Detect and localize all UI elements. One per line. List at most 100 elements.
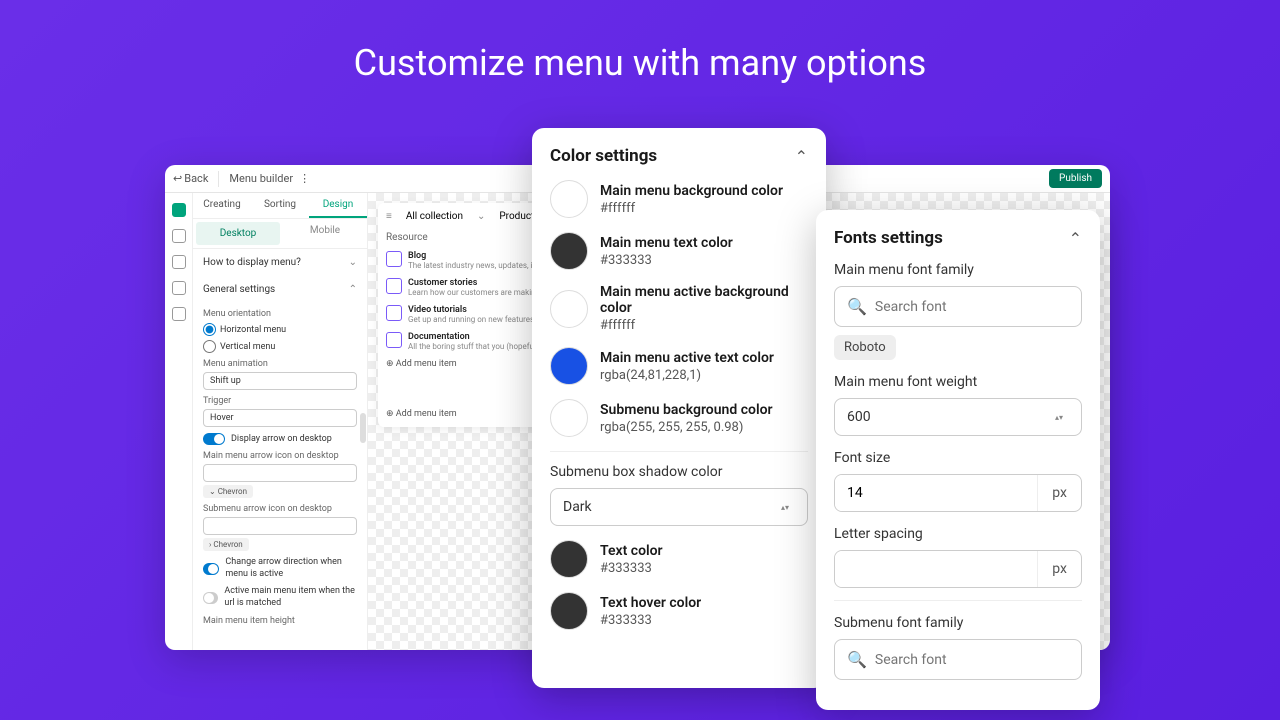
chevron-chip[interactable]: ⌄ Chevron — [203, 485, 253, 498]
color-swatch[interactable] — [550, 290, 588, 328]
resource-icon — [386, 251, 402, 267]
menu-orientation-label: Menu orientation — [203, 309, 357, 319]
trigger-select[interactable]: Hover — [203, 409, 357, 427]
left-rail — [165, 193, 193, 650]
color-label: Main menu active text color — [600, 350, 774, 366]
color-label: Text color — [600, 543, 663, 559]
select-value: Shift up — [210, 376, 241, 386]
sub-arrow-select[interactable] — [203, 517, 357, 535]
sub-family-label: Submenu font family — [834, 615, 1082, 631]
color-row[interactable]: Main menu background color#ffffff — [550, 180, 808, 218]
box-shadow-select[interactable]: Dark ▴▾ — [550, 488, 808, 526]
chip-label: Chevron — [218, 487, 247, 496]
color-row[interactable]: Main menu active text colorrgba(24,81,22… — [550, 347, 808, 385]
add-label: Add menu item — [396, 409, 457, 419]
animation-select[interactable]: Shift up — [203, 372, 357, 390]
fonts-card-title: Fonts settings — [834, 228, 943, 248]
box-shadow-label: Submenu box shadow color — [550, 464, 808, 480]
section-how-to-display[interactable]: How to display menu? ⌄ — [193, 249, 367, 276]
select-value: 600 — [847, 409, 871, 425]
collapse-icon[interactable]: ⌃ — [795, 147, 808, 166]
back-label: Back — [184, 172, 208, 185]
color-card-title: Color settings — [550, 146, 657, 166]
color-swatch[interactable] — [550, 399, 588, 437]
font-search-input[interactable] — [875, 299, 1069, 315]
drag-handle[interactable] — [360, 413, 366, 443]
publish-button[interactable]: Publish — [1049, 169, 1102, 188]
color-row[interactable]: Submenu background color rgba(255, 255, 2… — [550, 399, 808, 437]
color-settings-card: Color settings ⌃ Main menu background co… — [532, 128, 826, 688]
section-label: How to display menu? — [203, 257, 301, 268]
chevron-chip-2[interactable]: › Chevron — [203, 538, 249, 551]
more-menu[interactable]: ⋮ — [299, 172, 310, 185]
select-stepper: ▴▾ — [775, 503, 795, 512]
back-button[interactable]: ↩ Back — [173, 172, 208, 185]
toggle-change-arrow[interactable] — [203, 563, 219, 575]
toggle-label: Active main menu item when the url is ma… — [224, 586, 357, 609]
rail-icon-1[interactable] — [172, 203, 186, 217]
menu-animation-label: Menu animation — [203, 359, 357, 369]
letter-unit: px — [1037, 551, 1081, 587]
collapse-icon[interactable]: ⌃ — [1069, 229, 1082, 248]
color-swatch[interactable] — [550, 540, 588, 578]
toggle-active-match[interactable] — [203, 592, 218, 604]
radio-horizontal[interactable]: Horizontal menu — [203, 323, 357, 336]
size-input[interactable] — [835, 475, 1037, 511]
tab-sorting[interactable]: Sorting — [251, 193, 309, 218]
section-general[interactable]: General settings ⌃ — [193, 276, 367, 303]
color-row[interactable]: Main menu text color#333333 — [550, 232, 808, 270]
tab-creating[interactable]: Creating — [193, 193, 251, 218]
main-arrow-select[interactable] — [203, 464, 357, 482]
color-row[interactable]: Main menu active background color #ffffff — [550, 284, 808, 333]
select-value: Dark — [563, 499, 592, 515]
subtab-mobile[interactable]: Mobile — [283, 219, 367, 248]
color-swatch[interactable] — [550, 180, 588, 218]
radio-label: Horizontal menu — [220, 325, 286, 335]
color-row[interactable]: Text hover color #333333 — [550, 592, 808, 630]
color-label: Text hover color — [600, 595, 701, 611]
toggle-label: Display arrow on desktop — [231, 434, 332, 444]
rail-icon-4[interactable] — [172, 281, 186, 295]
font-chip[interactable]: Roboto — [834, 335, 896, 360]
main-family-label: Main menu font family — [834, 262, 1082, 278]
color-label: Submenu background color — [600, 402, 773, 418]
general-body: Menu orientation Horizontal menu Vertica… — [193, 309, 367, 637]
weight-select[interactable]: 600 ▴▾ — [834, 398, 1082, 436]
letter-input[interactable] — [835, 551, 1037, 587]
sub-font-search-input[interactable] — [875, 652, 1069, 668]
letter-label: Letter spacing — [834, 526, 1082, 542]
color-swatch[interactable] — [550, 232, 588, 270]
pm-all-collection[interactable]: All collection — [406, 211, 463, 222]
sub-arrow-label: Submenu arrow icon on desktop — [203, 504, 357, 514]
color-label: Main menu active background color — [600, 284, 808, 316]
color-value: #333333 — [600, 613, 701, 628]
resource-icon — [386, 305, 402, 321]
sub-font-search[interactable]: 🔍 — [834, 639, 1082, 680]
color-value: rgba(255, 255, 255, 0.98) — [600, 420, 773, 435]
color-value: #ffffff — [600, 318, 808, 333]
color-label: Main menu background color — [600, 183, 783, 199]
main-arrow-label: Main menu arrow icon on desktop — [203, 451, 357, 461]
hero-title: Customize menu with many options — [0, 0, 1280, 84]
color-swatch[interactable] — [550, 347, 588, 385]
rail-icon-3[interactable] — [172, 255, 186, 269]
color-swatch[interactable] — [550, 592, 588, 630]
rail-icon-5[interactable] — [172, 307, 186, 321]
font-search[interactable]: 🔍 — [834, 286, 1082, 327]
toggle-display-arrow[interactable] — [203, 433, 225, 445]
side-panel: Creating Sorting Design Desktop Mobile H… — [193, 193, 368, 650]
select-stepper: ▴▾ — [1049, 413, 1069, 422]
size-unit: px — [1037, 475, 1081, 511]
rail-icon-2[interactable] — [172, 229, 186, 243]
color-value: #333333 — [600, 253, 733, 268]
search-icon: 🔍 — [847, 297, 867, 316]
color-row[interactable]: Text color#333333 — [550, 540, 808, 578]
radio-vertical[interactable]: Vertical menu — [203, 340, 357, 353]
chevron-up-icon: ⌃ — [349, 284, 357, 295]
subtab-desktop[interactable]: Desktop — [196, 222, 280, 245]
section-label: General settings — [203, 284, 275, 295]
toggle-label: Change arrow direction when menu is acti… — [225, 557, 357, 580]
tab-design[interactable]: Design — [309, 193, 367, 218]
chevron-down-icon: ⌄ — [349, 257, 357, 268]
weight-label: Main menu font weight — [834, 374, 1082, 390]
